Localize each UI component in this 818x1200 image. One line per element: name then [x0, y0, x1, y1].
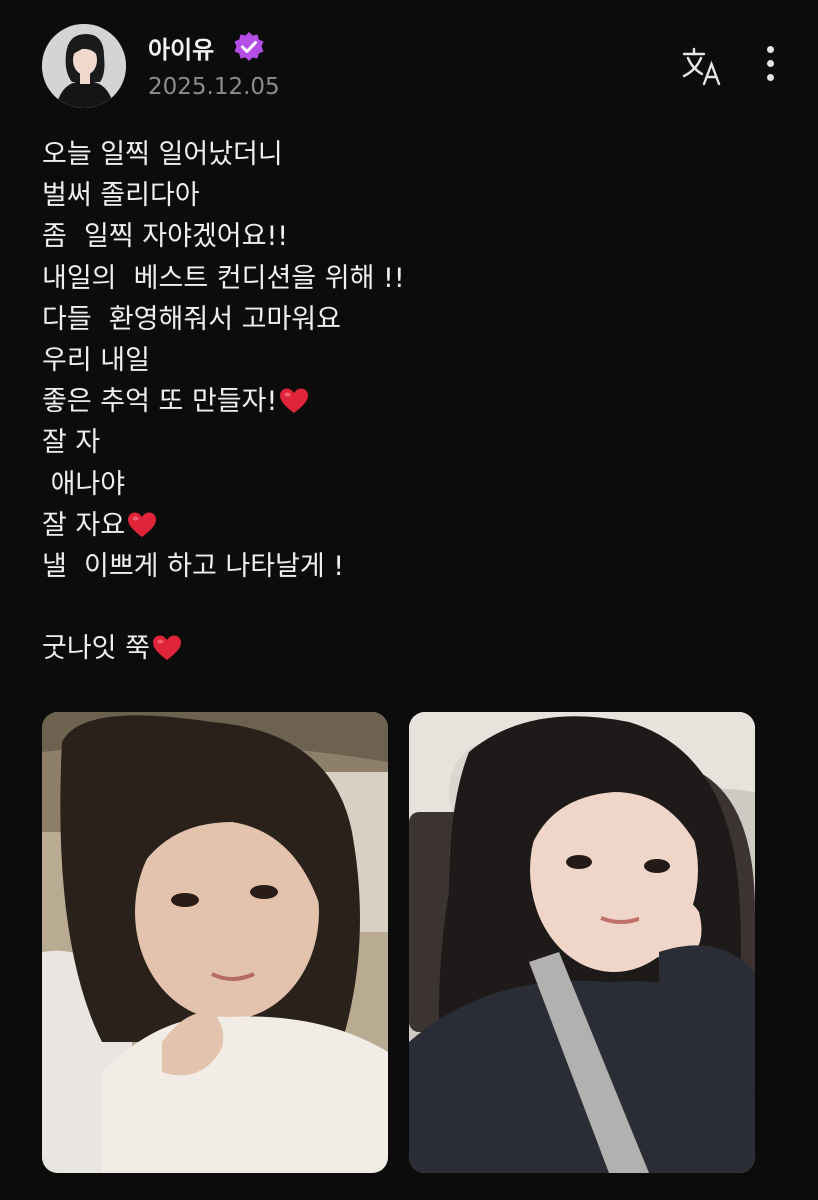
more-options-button[interactable] — [754, 46, 786, 86]
red-heart-icon — [128, 512, 157, 537]
post-text: 낼 이쁘게 하고 나타날게 ! — [42, 550, 345, 582]
translate-icon — [682, 47, 721, 86]
more-vertical-icon-dot — [766, 74, 774, 81]
post-text: 내일의 베스트 컨디션을 위해 !! — [42, 262, 405, 294]
post-text: 벌써 졸리다아 — [42, 180, 200, 212]
post-text: 잘 자 — [42, 427, 101, 459]
post-body: 오늘 일찍 일어났더니벌써 졸리다아좀 일찍 자야겠어요!! 내일의 베스트 컨디… — [42, 134, 782, 669]
selfie-in-bed-image — [42, 712, 388, 1173]
post-text: 우리 내일 — [42, 344, 150, 376]
post-header: 아이유 2025.12.05 — [0, 0, 818, 130]
post-text-line: 좋은 추억 또 만들자! — [42, 381, 782, 422]
post-text: 다들 환영해줘서 고마워요 — [42, 303, 341, 335]
more-vertical-icon-dot — [766, 60, 774, 67]
post-text: 애나야 — [42, 468, 126, 500]
post-photo-2[interactable] — [409, 712, 755, 1173]
post-text-line — [42, 587, 782, 628]
red-heart-icon — [152, 635, 181, 661]
more-vertical-icon — [766, 46, 774, 53]
post-photo-1[interactable] — [42, 712, 388, 1173]
post-text-line: 벌써 졸리다아 — [42, 175, 782, 216]
translate-button[interactable] — [680, 44, 726, 88]
post-text-line: 잘 자요 — [42, 505, 782, 546]
post-text-line: 좀 일찍 자야겠어요!! — [42, 216, 782, 257]
selfie-in-airplane-seat-image — [409, 712, 755, 1173]
post-text: 굿나잇 쭉 — [42, 633, 150, 665]
avatar[interactable] — [42, 24, 126, 108]
post-text-line: 잘 자 — [42, 422, 782, 463]
avatar-image — [42, 24, 126, 108]
post-text-line: 다들 환영해줘서 고마워요 — [42, 299, 782, 340]
post-text: 좀 일찍 자야겠어요!! — [42, 221, 289, 253]
post-text: 오늘 일찍 일어났더니 — [42, 139, 283, 170]
red-heart-icon — [280, 388, 309, 414]
post-text-line: 낼 이쁘게 하고 나타날게 ! — [42, 546, 782, 587]
post-text: 좋은 추억 또 만들자! — [42, 386, 278, 418]
post-date: 2025.12.05 — [148, 74, 280, 100]
post-text-line: 우리 내일 — [42, 340, 782, 381]
post-text-line: 애나야 — [42, 464, 782, 505]
author-name[interactable]: 아이유 — [148, 30, 214, 65]
verified-badge-icon — [234, 32, 264, 61]
post-text-line: 오늘 일찍 일어났더니 — [42, 134, 782, 175]
post-text-line: 굿나잇 쭉 — [42, 628, 782, 669]
post-text: 잘 자요 — [42, 509, 126, 541]
post-text-line: 내일의 베스트 컨디션을 위해 !! — [42, 258, 782, 299]
